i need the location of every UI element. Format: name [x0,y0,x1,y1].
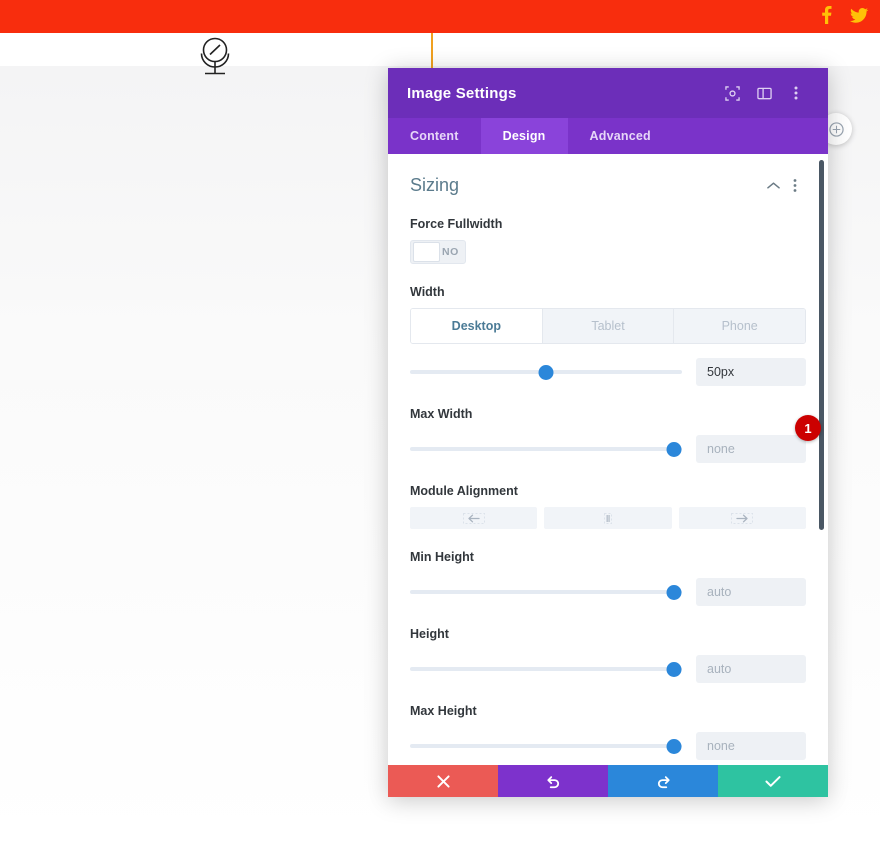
kebab-menu-icon[interactable] [783,80,809,106]
kebab-menu-icon[interactable] [784,174,806,196]
slider-knob[interactable] [666,585,682,600]
modal-header: Image Settings [388,68,828,118]
twitter-icon[interactable] [850,7,869,26]
height-slider[interactable] [410,660,682,678]
focus-icon[interactable] [719,80,745,106]
tab-design[interactable]: Design [480,118,568,154]
slider-knob[interactable] [666,442,682,457]
min-height-slider[interactable] [410,583,682,601]
width-label: Width [410,285,445,299]
field-max-height: Max Height none [388,704,828,760]
slider-knob[interactable] [666,662,682,677]
field-width: Width Desktop Tablet Phone 50px [388,285,828,386]
modal-body: Sizing Force Fullwidth NO Width Desktop … [388,154,828,765]
device-tab-phone[interactable]: Phone [674,309,805,343]
min-height-value-input[interactable]: auto [696,578,806,606]
height-label: Height [410,627,449,641]
save-button[interactable] [718,765,828,797]
max-height-slider[interactable] [410,737,682,755]
height-value-input[interactable]: auto [696,655,806,683]
max-width-slider[interactable] [410,440,682,458]
chevron-up-icon[interactable] [762,174,784,196]
min-height-slider-row: auto [410,578,806,606]
width-slider[interactable] [410,363,682,381]
device-tab-desktop[interactable]: Desktop [411,309,543,343]
layout-icon[interactable] [751,80,777,106]
slider-track [410,590,682,594]
modal-tabs: Content Design Advanced [388,118,828,154]
min-height-label: Min Height [410,550,474,564]
force-fullwidth-label: Force Fullwidth [410,217,503,231]
module-alignment-options [410,507,806,529]
social-links [821,0,869,33]
device-tab-tablet[interactable]: Tablet [542,309,675,343]
annotation-badge-1: 1 [795,415,821,441]
align-center-icon[interactable] [544,507,672,529]
field-max-width: Max Width none [388,407,828,463]
toggle-value: NO [442,246,459,258]
vanity-mirror-icon [192,33,238,84]
field-module-alignment: Module Alignment [388,484,828,529]
slider-track [410,447,682,451]
cancel-button[interactable] [388,765,498,797]
max-height-value-input[interactable]: none [696,732,806,760]
sizing-section-title: Sizing [410,174,460,195]
slider-track [410,667,682,671]
tab-advanced[interactable]: Advanced [568,118,673,154]
tab-content[interactable]: Content [388,118,481,154]
max-width-slider-row: none [410,435,806,463]
undo-button[interactable] [498,765,608,797]
image-settings-modal: Image Settings Content Design Advanced S… [388,68,828,797]
toggle-knob [413,242,440,262]
max-width-value-input[interactable]: none [696,435,806,463]
field-height: Height auto [388,627,828,683]
site-topbar [0,0,880,33]
max-height-slider-row: none [410,732,806,760]
redo-button[interactable] [608,765,718,797]
align-right-icon[interactable] [678,507,806,529]
width-device-tabs: Desktop Tablet Phone [410,308,806,344]
width-value-input[interactable]: 50px [696,358,806,386]
site-header-strip [0,33,880,66]
sizing-section-header[interactable]: Sizing [388,154,828,196]
slider-knob[interactable] [538,365,554,380]
height-slider-row: auto [410,655,806,683]
max-height-label: Max Height [410,704,477,718]
field-force-fullwidth: Force Fullwidth NO [388,217,828,264]
field-min-height: Min Height auto [388,550,828,606]
modal-footer [388,765,828,797]
slider-knob[interactable] [666,739,682,754]
force-fullwidth-toggle[interactable]: NO [410,240,466,264]
align-left-icon[interactable] [410,507,538,529]
max-width-label: Max Width [410,407,473,421]
modal-title: Image Settings [407,84,517,102]
facebook-icon[interactable] [821,6,832,27]
slider-track [410,744,682,748]
module-alignment-label: Module Alignment [410,484,518,498]
settings-scroll-area: Sizing Force Fullwidth NO Width Desktop … [388,154,828,765]
vertical-scrollbar[interactable] [819,160,824,530]
width-slider-row: 50px [410,358,806,386]
